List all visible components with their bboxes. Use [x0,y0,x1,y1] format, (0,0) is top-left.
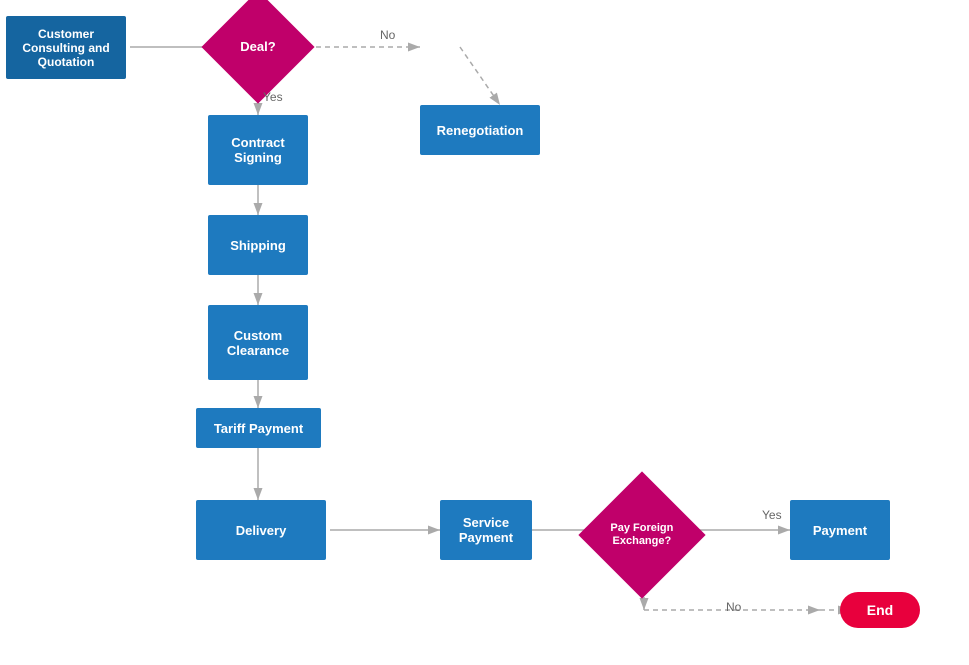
delivery-label: Delivery [236,523,287,538]
flowchart: Customer Consulting and Quotation Deal? … [0,0,969,665]
contract-signing-label: Contract Signing [231,135,284,165]
yes2-label: Yes [762,508,782,522]
yes-label: Yes [263,90,283,104]
shipping-node: Shipping [208,215,308,275]
renegotiation-node: Renegotiation [420,105,540,155]
pay-foreign-diamond: Pay Foreign Exchange? [597,490,687,580]
custom-clearance-node: Custom Clearance [208,305,308,380]
service-payment-node: Service Payment [440,500,532,560]
no-label: No [380,28,395,42]
pay-foreign-label: Pay Foreign Exchange? [597,522,687,548]
no2-label: No [726,600,741,614]
pay-foreign-shape: Pay Foreign Exchange? [578,471,705,598]
payment-label: Payment [813,523,867,538]
end-node: End [840,592,920,628]
tariff-payment-label: Tariff Payment [214,421,303,436]
deal-diamond: Deal? [218,7,298,87]
customer-consulting-node: Customer Consulting and Quotation [6,16,126,79]
service-payment-label: Service Payment [459,515,513,545]
end-label: End [867,602,893,618]
deal-shape: Deal? [201,0,314,104]
customer-consulting-label: Customer Consulting and Quotation [22,27,109,69]
delivery-node: Delivery [196,500,326,560]
deal-label: Deal? [240,39,275,55]
tariff-payment-node: Tariff Payment [196,408,321,448]
contract-signing-node: Contract Signing [208,115,308,185]
shipping-label: Shipping [230,238,286,253]
custom-clearance-label: Custom Clearance [227,328,289,358]
renegotiation-label: Renegotiation [437,123,524,138]
payment-node: Payment [790,500,890,560]
